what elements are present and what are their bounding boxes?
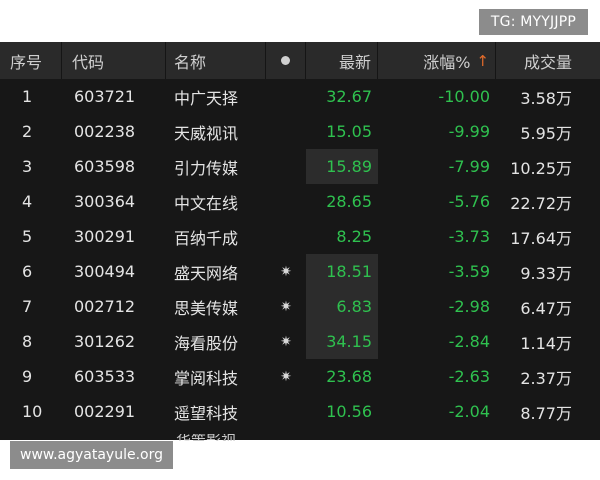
cell-code: 300364 (74, 192, 136, 211)
cell-volume: 10.25万 (510, 158, 572, 178)
cell-name: 盛天网络 (174, 263, 239, 283)
cell-change-pct: -2.84 (448, 332, 490, 351)
cell-change-pct: -5.76 (448, 192, 490, 211)
cell-volume: 9.33万 (520, 263, 572, 283)
header-change-pct-label: 涨幅% (423, 52, 471, 72)
cell-change-pct: -2.04 (448, 402, 490, 421)
watermark-site: www.agyatayule.org (10, 441, 173, 469)
cell-index: 6 (22, 262, 33, 281)
cell-price: 15.89 (306, 149, 378, 184)
table-row[interactable]: 8 301262 海看股份 ✷ 34.15 -2.84 1.14万 (0, 324, 600, 359)
cell-index: 9 (22, 367, 33, 386)
cell-index: 3 (22, 157, 33, 176)
cell-name: 海看股份 (174, 333, 239, 353)
star-icon (266, 219, 306, 254)
header-index[interactable]: 序号 (0, 42, 62, 79)
header-code[interactable]: 代码 (62, 42, 166, 79)
cell-index: 4 (22, 192, 33, 211)
table-row[interactable]: 3 603598 引力传媒 15.89 -7.99 10.25万 (0, 149, 600, 184)
header-change-pct[interactable]: 涨幅% ↑ (378, 42, 496, 79)
cell-volume: 1.14万 (520, 333, 572, 353)
star-icon (266, 79, 306, 114)
cell-name: 中广天择 (174, 88, 239, 108)
cell-volume: 2.37万 (520, 368, 572, 388)
cell-price: 10.56 (326, 402, 372, 421)
cell-price: 8.25 (336, 227, 372, 246)
table-row[interactable]: 1 603721 中广天择 32.67 -10.00 3.58万 (0, 79, 600, 114)
star-icon (266, 184, 306, 219)
cell-name: 中文在线 (174, 193, 239, 213)
cell-code: 300291 (74, 227, 136, 246)
cell-change-pct: -2.98 (448, 297, 490, 316)
cell-price: 15.05 (326, 122, 372, 141)
star-icon (266, 114, 306, 149)
cell-index: 8 (22, 332, 33, 351)
table-row[interactable]: 2 002238 天威视讯 15.05 -9.99 5.95万 (0, 114, 600, 149)
header-price[interactable]: 最新 (306, 42, 378, 79)
cell-name: 思美传媒 (174, 298, 239, 318)
table-row[interactable]: 7 002712 思美传媒 ✷ 6.83 -2.98 6.47万 (0, 289, 600, 324)
star-icon (266, 149, 306, 184)
cell-code: 603598 (74, 157, 136, 176)
cell-volume: 17.64万 (510, 228, 572, 248)
star-icon: ✷ (280, 333, 292, 350)
cell-code: 603721 (74, 87, 136, 106)
star-icon (266, 394, 306, 429)
cell-change-pct: -2.63 (448, 367, 490, 386)
cell-code: 603533 (74, 367, 136, 386)
cell-name: 百纳千成 (174, 228, 239, 248)
table-row[interactable]: 10 002291 遥望科技 10.56 -2.04 8.77万 (0, 394, 600, 429)
cell-code: 002712 (74, 297, 136, 316)
table-row[interactable]: 6 300494 盛天网络 ✷ 18.51 -3.59 9.33万 (0, 254, 600, 289)
cell-price: 34.15 (306, 324, 378, 359)
cell-name: 遥望科技 (174, 403, 239, 423)
cell-volume: 22.72万 (510, 193, 572, 213)
star-icon: ✷ (280, 263, 292, 280)
cell-index: 2 (22, 122, 33, 141)
next-row-name-peek: 华策影视 (176, 434, 271, 441)
cell-price: 28.65 (326, 192, 372, 211)
cell-index: 10 (22, 402, 43, 421)
table-row[interactable]: 4 300364 中文在线 28.65 -5.76 22.72万 (0, 184, 600, 219)
cell-change-pct: -9.99 (448, 122, 490, 141)
star-icon: ✷ (280, 298, 292, 315)
cell-name: 掌阅科技 (174, 368, 239, 388)
cell-price: 23.68 (326, 367, 372, 386)
cell-volume: 3.58万 (520, 88, 572, 108)
header-mark[interactable] (266, 42, 306, 79)
cell-name: 引力传媒 (174, 158, 239, 178)
cell-code: 300494 (74, 262, 136, 281)
cell-change-pct: -3.73 (448, 227, 490, 246)
cell-index: 7 (22, 297, 33, 316)
watermark-tg: TG: MYYJJPP (478, 9, 588, 35)
cell-change-pct: -10.00 (438, 87, 490, 106)
cell-code: 301262 (74, 332, 136, 351)
cell-volume: 5.95万 (520, 123, 572, 143)
cell-code: 002291 (74, 402, 136, 421)
star-icon: ✷ (280, 368, 292, 385)
cell-name: 天威视讯 (174, 123, 239, 143)
table-header: 序号 代码 名称 最新 涨幅% ↑ 成交量 (0, 42, 600, 79)
table-row[interactable]: 9 603533 掌阅科技 ✷ 23.68 -2.63 2.37万 (0, 359, 600, 394)
cell-volume: 8.77万 (520, 403, 572, 423)
header-volume[interactable]: 成交量 (496, 42, 600, 79)
cell-code: 002238 (74, 122, 136, 141)
header-name[interactable]: 名称 (166, 42, 266, 79)
cell-price: 6.83 (306, 289, 378, 324)
cell-price: 18.51 (306, 254, 378, 289)
cell-change-pct: -3.59 (448, 262, 490, 281)
stock-list-panel: 序号 代码 名称 最新 涨幅% ↑ 成交量 1 603721 中广天择 32.67 -1… (0, 42, 600, 440)
sort-arrow-icon: ↑ (476, 51, 489, 70)
header-mark-dot-icon (281, 56, 290, 65)
table-row[interactable]: 5 300291 百纳千成 8.25 -3.73 17.64万 (0, 219, 600, 254)
cell-price: 32.67 (326, 87, 372, 106)
cell-change-pct: -7.99 (448, 157, 490, 176)
cell-index: 5 (22, 227, 33, 246)
cell-index: 1 (22, 87, 33, 106)
cell-volume: 6.47万 (520, 298, 572, 318)
